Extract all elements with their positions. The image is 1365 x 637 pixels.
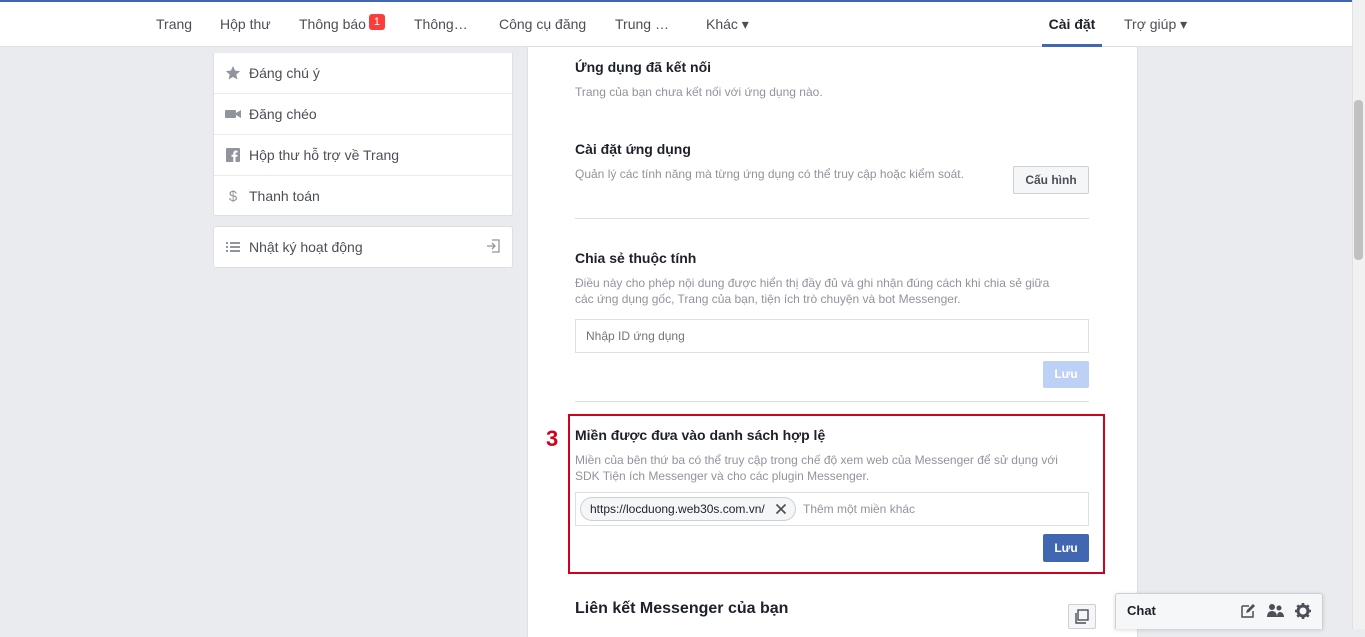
notification-badge: 1 [368, 14, 385, 30]
nav-tab-page[interactable]: Trang [156, 2, 192, 47]
sidebar-item-support-inbox[interactable]: Hộp thư hỗ trợ về Trang [214, 135, 512, 176]
attribution-description: Điều này cho phép nội dung được hiển thị… [575, 276, 1050, 306]
sidebar-item-crossposting[interactable]: Đăng chéo [214, 94, 512, 135]
nav-tab-inbox[interactable]: Hộp thư [220, 2, 271, 47]
gear-icon[interactable] [1295, 603, 1311, 619]
nav-tab-help[interactable]: Trợ giúp ▾ [1124, 2, 1187, 47]
messenger-link-button[interactable] [1068, 604, 1096, 629]
nav-tab-publishing-tools[interactable]: Công cụ đăng [499, 2, 586, 47]
whitelisted-domains-title: Miền được đưa vào danh sách hợp lệ [575, 427, 826, 443]
top-navigation-bar: Trang Hộp thư Thông báo 1 Thông… Công cụ … [0, 0, 1352, 47]
sidebar-item-label: Thanh toán [249, 188, 320, 204]
copy-link-icon [1075, 609, 1089, 624]
nav-tab-settings[interactable]: Cài đặt [1042, 2, 1102, 47]
nav-tab-center[interactable]: Trung … [615, 2, 669, 47]
close-icon[interactable] [775, 503, 787, 515]
scrollbar-thumb[interactable] [1354, 100, 1363, 260]
compose-icon[interactable] [1240, 603, 1256, 619]
chat-label: Chat [1127, 603, 1156, 618]
list-icon [226, 242, 240, 252]
activity-log-box: Nhật ký hoạt động [213, 226, 513, 268]
connected-apps-description: Trang của bạn chưa kết nối với ứng dụng … [575, 85, 823, 99]
create-group-icon[interactable] [1267, 603, 1284, 619]
attribution-title: Chia sẻ thuộc tính [575, 250, 697, 266]
section-divider [575, 218, 1089, 219]
nav-tab-insights[interactable]: Thông… [414, 2, 468, 47]
app-id-input[interactable] [575, 319, 1089, 353]
section-divider [575, 401, 1089, 402]
connected-apps-title: Ứng dụng đã kết nối [575, 59, 712, 75]
whitelisted-domains-description: Miền của bên thứ ba có thể truy cập tron… [575, 453, 1058, 483]
domain-token: https://locduong.web30s.com.vn/ [580, 497, 796, 521]
add-domain-placeholder: Thêm một miền khác [803, 502, 916, 516]
nav-tab-notifications-label: Thông báo [299, 16, 366, 32]
nav-tab-more[interactable]: Khác ▾ [706, 2, 749, 47]
page-scrollbar[interactable] [1352, 0, 1365, 629]
whitelist-save-button[interactable]: Lưu [1043, 534, 1089, 562]
app-settings-title: Cài đặt ứng dụng [575, 141, 691, 157]
star-icon [225, 66, 241, 80]
sidebar-item-label: Nhật ký hoạt động [249, 239, 363, 255]
sidebar-menu: Đáng chú ý Đăng chéo Hộp thư hỗ trợ về T… [213, 53, 513, 216]
sidebar-item-label: Đăng chéo [249, 106, 317, 122]
chat-bar[interactable]: Chat [1115, 593, 1323, 629]
sidebar-item-payments[interactable]: $ Thanh toán [214, 176, 512, 216]
facebook-icon [226, 148, 240, 162]
export-icon[interactable] [486, 239, 500, 253]
sidebar-item-featured[interactable]: Đáng chú ý [214, 53, 512, 94]
sidebar-item-activity-log[interactable]: Nhật ký hoạt động [214, 227, 512, 267]
sidebar-item-label: Hộp thư hỗ trợ về Trang [249, 147, 400, 163]
nav-tab-notifications[interactable]: Thông báo 1 [299, 2, 385, 47]
domain-token-label: https://locduong.web30s.com.vn/ [590, 502, 765, 516]
app-settings-description: Quản lý các tính năng mà từng ứng dụng c… [575, 167, 964, 181]
dollar-icon: $ [228, 188, 238, 205]
messenger-link-title: Liên kết Messenger của bạn [575, 600, 789, 617]
step-number: 3 [546, 426, 559, 451]
sidebar-item-label: Đáng chú ý [249, 65, 320, 81]
configure-button[interactable]: Cấu hình [1013, 166, 1089, 194]
attribution-save-button[interactable]: Lưu [1043, 361, 1089, 388]
video-camera-icon [225, 110, 241, 118]
